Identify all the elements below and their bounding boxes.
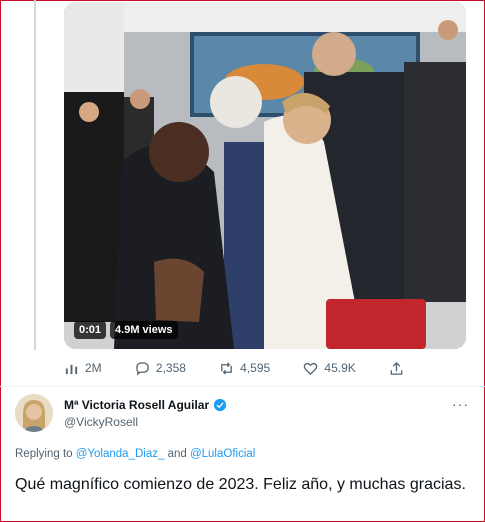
- like-action[interactable]: 45.9K: [303, 361, 356, 376]
- reply-icon: [136, 361, 149, 376]
- replying-to-joiner: and: [167, 448, 187, 460]
- retweet-icon: [221, 361, 232, 375]
- like-count: 45.9K: [324, 361, 356, 375]
- avatar[interactable]: [15, 394, 53, 432]
- thread-line: [34, 0, 36, 350]
- analytics-icon: [65, 364, 78, 374]
- video-time-badge: 0:01: [74, 321, 107, 339]
- reply-count: 2,358: [155, 361, 186, 375]
- views-count: 2M: [85, 361, 102, 375]
- replying-to: Replying to @Yolanda_Diaz_ and @LulaOfic…: [15, 448, 255, 460]
- author-name-row[interactable]: Mª Victoria Rosell Aguilar: [64, 398, 227, 412]
- tweet-actions: 2M 2,358 4,595 45.9K: [64, 358, 404, 378]
- divider: [0, 386, 485, 387]
- share-action[interactable]: [389, 361, 404, 376]
- verified-badge-icon: [214, 398, 227, 412]
- share-icon: [390, 361, 403, 375]
- tweet-text: Qué magnífico comienzo de 2023. Feliz añ…: [15, 476, 466, 493]
- heart-icon: [304, 362, 318, 375]
- more-options-icon[interactable]: ···: [452, 396, 469, 412]
- video-frame: [64, 2, 466, 349]
- reply-action[interactable]: 2,358: [135, 361, 186, 376]
- mention-link-yolanda[interactable]: @Yolanda_Diaz_: [76, 448, 165, 460]
- retweet-action[interactable]: 4,595: [219, 361, 270, 376]
- author-name[interactable]: Mª Victoria Rosell Aguilar: [64, 398, 209, 412]
- tweet-video[interactable]: 0:01 4.9M views: [64, 2, 466, 349]
- author-handle[interactable]: @VickyRosell: [64, 415, 138, 429]
- avatar-image: [15, 394, 53, 432]
- views-action[interactable]: 2M: [64, 361, 102, 376]
- video-views-badge: 4.9M views: [110, 321, 178, 339]
- mention-link-lula[interactable]: @LulaOficial: [190, 448, 255, 460]
- retweet-count: 4,595: [240, 361, 271, 375]
- replying-to-prefix: Replying to: [15, 448, 73, 460]
